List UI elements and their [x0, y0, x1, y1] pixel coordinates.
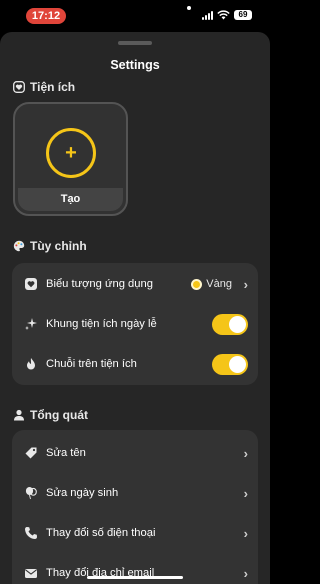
chevron-right-icon: ›	[243, 565, 248, 581]
sparkle-icon	[25, 318, 37, 330]
customize-section-heading: Tùy chỉnh	[13, 239, 87, 253]
status-indicators: 69	[202, 10, 252, 20]
widget-streak-row: Chuỗi trên tiện ích	[12, 344, 258, 384]
customize-section-title: Tùy chỉnh	[30, 239, 87, 253]
wifi-icon	[217, 10, 230, 20]
edit-name-row[interactable]: Sửa tên ›	[12, 433, 258, 473]
widgets-section-title: Tiện ích	[30, 80, 76, 94]
app-icon-row[interactable]: Biểu tượng ứng dụng Vàng ›	[12, 264, 258, 304]
screen: 17:12 69 Settings Tiện ích + Tạo Tùy chỉ…	[0, 0, 270, 584]
signal-icon	[202, 10, 213, 20]
palette-icon	[13, 240, 25, 252]
settings-sheet: Settings Tiện ích + Tạo Tùy chỉnh Biểu t…	[0, 32, 270, 584]
gold-color-swatch-icon	[191, 278, 203, 290]
chevron-right-icon: ›	[243, 276, 248, 292]
holiday-widget-frame-toggle[interactable]	[212, 313, 248, 335]
flame-icon	[27, 358, 35, 370]
chevron-right-icon: ›	[243, 525, 248, 541]
app-icon-value-text: Vàng	[206, 278, 232, 290]
change-phone-row[interactable]: Thay đổi số điện thoại ›	[12, 513, 258, 553]
chevron-right-icon: ›	[243, 485, 248, 501]
widgets-section-heading: Tiện ích	[13, 80, 75, 94]
home-indicator[interactable]	[87, 576, 183, 579]
edit-birthday-label: Sửa ngày sinh	[46, 487, 119, 499]
change-phone-label: Thay đổi số điện thoại	[46, 527, 156, 539]
phone-icon	[25, 527, 37, 539]
general-section-title: Tổng quát	[30, 408, 88, 422]
battery-indicator: 69	[234, 10, 252, 20]
create-widget-label: Tạo	[18, 188, 123, 211]
status-bar: 17:12 69	[0, 0, 270, 30]
heart-box-icon	[13, 81, 25, 93]
sheet-grabber[interactable]	[118, 41, 152, 45]
app-icon-value: Vàng	[191, 278, 232, 290]
change-email-row[interactable]: Thay đổi địa chỉ email ›	[12, 553, 258, 584]
widget-streak-toggle[interactable]	[212, 353, 248, 375]
customize-card: Biểu tượng ứng dụng Vàng › Khung tiện íc…	[12, 263, 258, 385]
general-card: Sửa tên › Sửa ngày sinh › Thay đổi số đi…	[12, 430, 258, 584]
privacy-dot-icon	[187, 6, 191, 10]
edit-birthday-row[interactable]: Sửa ngày sinh ›	[12, 473, 258, 513]
tag-icon	[25, 447, 37, 459]
page-title: Settings	[110, 58, 160, 72]
app-icon-icon	[25, 278, 37, 290]
general-section-heading: Tổng quát	[13, 408, 88, 422]
mail-icon	[25, 569, 37, 578]
chevron-right-icon: ›	[243, 445, 248, 461]
balloon-icon	[25, 487, 37, 500]
create-widget-tile[interactable]: + Tạo	[13, 102, 128, 216]
add-widget-button[interactable]: +	[46, 128, 96, 178]
edit-name-label: Sửa tên	[46, 447, 86, 459]
app-icon-label: Biểu tượng ứng dụng	[46, 278, 153, 290]
plus-icon: +	[65, 142, 77, 164]
widget-streak-label: Chuỗi trên tiện ích	[46, 358, 137, 370]
person-icon	[14, 409, 24, 421]
holiday-widget-frame-row: Khung tiện ích ngày lễ	[12, 304, 258, 344]
status-time: 17:12	[26, 8, 66, 24]
holiday-widget-frame-label: Khung tiện ích ngày lễ	[46, 318, 157, 330]
